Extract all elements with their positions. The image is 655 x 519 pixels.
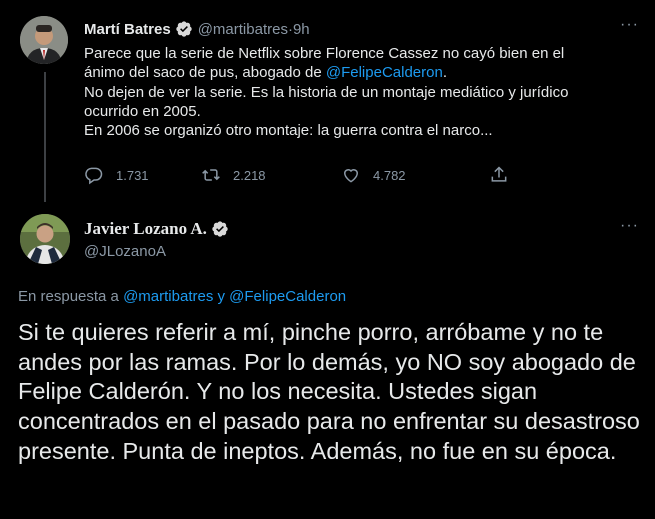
tweet1-actions: 1.731 2.218 4.782 xyxy=(84,165,521,185)
retweet-button[interactable]: 2.218 xyxy=(201,165,341,185)
tweet1-line-text: . xyxy=(442,64,447,82)
like-count: 4.782 xyxy=(373,167,406,183)
more-dots-icon[interactable]: ··· xyxy=(620,16,639,34)
share-button[interactable] xyxy=(489,165,521,185)
reply-button[interactable]: 1.731 xyxy=(84,165,201,185)
reply-context-and: y xyxy=(213,288,230,305)
reply-icon xyxy=(85,167,103,185)
reply-count: 1.731 xyxy=(116,167,149,183)
author-name[interactable]: Javier Lozano A. xyxy=(84,219,207,239)
tweet2-header: Javier Lozano A. xyxy=(84,219,229,239)
thread-connector-line xyxy=(44,72,46,202)
tweet-timestamp[interactable]: 9h xyxy=(293,21,310,38)
mention-link[interactable]: @martibatres xyxy=(123,288,213,305)
tweet1-header: Martí Batres @martibatres · 9h xyxy=(84,20,310,38)
reply-context: En respuesta a @martibatres y @FelipeCal… xyxy=(18,288,346,305)
more-dots-icon[interactable]: ··· xyxy=(620,217,639,235)
share-icon xyxy=(491,166,507,182)
avatar-javier-lozano[interactable] xyxy=(20,214,70,264)
tweet1-line: ocurrido en 2005. xyxy=(84,102,201,120)
mention-link[interactable]: @FelipeCalderon xyxy=(326,64,443,81)
author-handle[interactable]: @martibatres xyxy=(198,21,288,38)
verified-badge-icon xyxy=(212,221,228,237)
tweet1-text: Parece que la serie de Netflix sobre Flo… xyxy=(84,44,624,140)
tweet1-line: ánimo del saco de pus, abogado de @Felip… xyxy=(84,63,624,82)
avatar-marti-batres[interactable] xyxy=(20,16,68,64)
tweet1-line: No dejen de ver la serie. Es la historia… xyxy=(84,83,569,101)
reply-context-prefix: En respuesta a xyxy=(18,288,124,305)
like-button[interactable]: 4.782 xyxy=(341,165,489,185)
retweet-count: 2.218 xyxy=(233,167,266,183)
author-name[interactable]: Martí Batres xyxy=(84,21,171,38)
verified-badge-icon xyxy=(176,21,192,37)
heart-icon xyxy=(343,169,359,183)
author-handle[interactable]: @JLozanoA xyxy=(84,243,166,260)
tweet1-line: Parece que la serie de Netflix sobre Flo… xyxy=(84,45,565,62)
retweet-icon xyxy=(202,169,220,181)
tweet2-text: Si te quieres referir a mí, pinche porro… xyxy=(18,319,640,464)
mention-link[interactable]: @FelipeCalderon xyxy=(229,288,346,305)
tweet1-line: En 2006 se organizó otro montaje: la gue… xyxy=(84,122,493,140)
tweet1-line-text: ánimo del saco de pus, abogado de xyxy=(84,64,326,82)
